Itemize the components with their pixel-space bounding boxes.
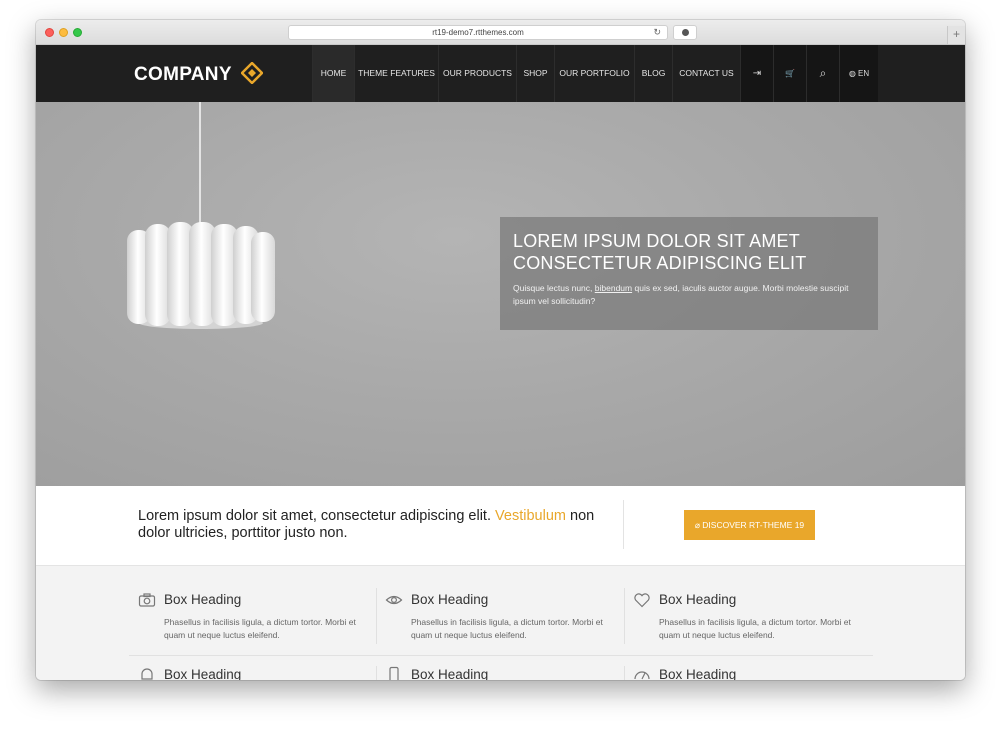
lamp-cord [199, 102, 201, 236]
cta-divider [623, 500, 624, 549]
cart-icon[interactable]: 🛒 [773, 45, 806, 102]
hero-caption-box: LOREM IPSUM DOLOR SIT AMET CONSECTETUR A… [500, 217, 878, 330]
feature-divider [624, 588, 625, 644]
browser-toolbar: rt19-demo7.rtthemes.com ↻ + [36, 20, 965, 45]
hero-banner: LOREM IPSUM DOLOR SIT AMET CONSECTETUR A… [36, 102, 965, 486]
nav-blog[interactable]: BLOG [634, 45, 672, 102]
site-header: COMPANY HOME THEME FEATURES OUR PRODUCTS… [36, 45, 965, 102]
close-window-button[interactable] [45, 28, 54, 37]
feature-heading: Box Heading [659, 667, 737, 680]
hero-description: Quisque lectus nunc, bibendum quis ex se… [513, 282, 865, 308]
nav-shop[interactable]: SHOP [516, 45, 554, 102]
hero-title-line-2: CONSECTETUR ADIPISCING ELIT [513, 253, 807, 273]
logo-text[interactable]: COMPANY [134, 64, 232, 86]
reload-icon[interactable]: ↻ [653, 26, 661, 39]
feature-heading: Box Heading [411, 592, 489, 607]
gauge-icon [634, 671, 650, 680]
cta-text-accent: Vestibulum [495, 508, 566, 524]
nav-contact-us[interactable]: CONTACT US [672, 45, 740, 102]
downloads-icon[interactable] [673, 25, 697, 40]
eye-icon [385, 595, 403, 605]
url-text: rt19-demo7.rtthemes.com [432, 28, 524, 37]
login-icon[interactable]: ⇥ [740, 45, 773, 102]
search-icon[interactable]: ⌕ [806, 45, 839, 102]
language-label: EN [858, 69, 870, 78]
hero-title: LOREM IPSUM DOLOR SIT AMET CONSECTETUR A… [513, 230, 865, 274]
feature-row-divider [129, 655, 873, 656]
discover-button[interactable]: ⌀ DISCOVER RT-THEME 19 [684, 510, 815, 540]
hero-text-start: Quisque lectus nunc, [513, 283, 593, 293]
nav-our-portfolio[interactable]: OUR PORTFOLIO [554, 45, 634, 102]
hero-text-link[interactable]: bibendum [595, 283, 632, 293]
browser-window: rt19-demo7.rtthemes.com ↻ + COMPANY HOME… [36, 20, 965, 680]
hero-title-line-1: LOREM IPSUM DOLOR SIT AMET [513, 231, 800, 251]
feature-divider [376, 588, 377, 644]
camera-icon [138, 593, 156, 607]
nav-theme-features[interactable]: THEME FEATURES [354, 45, 438, 102]
new-tab-button[interactable]: + [947, 26, 965, 44]
maximize-window-button[interactable] [73, 28, 82, 37]
globe-icon: ◍ [848, 69, 856, 78]
nav-our-products[interactable]: OUR PRODUCTS [438, 45, 516, 102]
feature-divider [376, 666, 377, 680]
heart-icon [634, 593, 650, 608]
cta-text-main: Lorem ipsum dolor sit amet, consectetur … [138, 508, 491, 524]
nav-home[interactable]: HOME [312, 45, 354, 102]
features-section: Box Heading Phasellus in facilisis ligul… [36, 565, 965, 680]
address-bar[interactable]: rt19-demo7.rtthemes.com ↻ [288, 25, 668, 40]
feature-heading: Box Heading [164, 592, 242, 607]
minimize-window-button[interactable] [59, 28, 68, 37]
pendant-lamp-image [127, 222, 275, 329]
discover-button-label: DISCOVER RT-THEME 19 [702, 520, 805, 530]
feature-text: Phasellus in facilisis ligula, a dictum … [164, 617, 356, 640]
feature-divider [624, 666, 625, 680]
logo-diamond-icon[interactable] [241, 62, 263, 84]
feature-text: Phasellus in facilisis ligula, a dictum … [659, 617, 851, 640]
feature-text: Phasellus in facilisis ligula, a dictum … [411, 617, 603, 640]
mobile-icon [389, 666, 399, 680]
feature-heading: Box Heading [411, 667, 489, 680]
feature-heading: Box Heading [659, 592, 737, 607]
call-to-action-section: Lorem ipsum dolor sit amet, consectetur … [36, 486, 965, 565]
bell-icon [141, 668, 153, 680]
language-selector[interactable]: ◍ EN [839, 45, 878, 102]
feature-heading: Box Heading [164, 667, 242, 680]
cta-message: Lorem ipsum dolor sit amet, consectetur … [138, 508, 608, 542]
